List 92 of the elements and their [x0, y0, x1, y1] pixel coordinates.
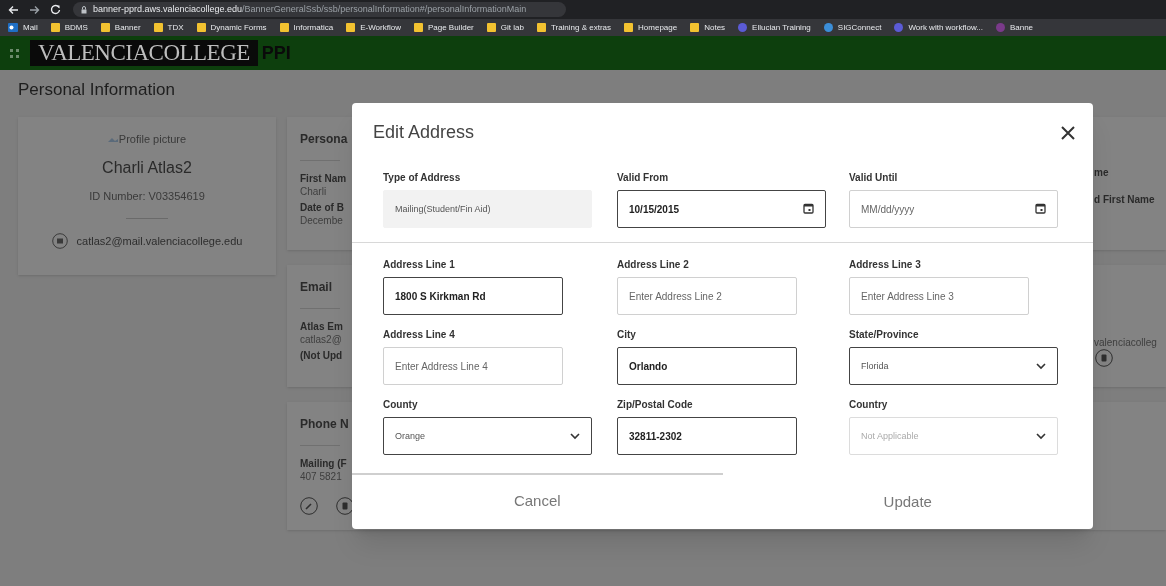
field-label: City: [617, 328, 637, 340]
field-label: (Not Upd: [300, 349, 343, 362]
field-label: Zip/Postal Code: [617, 398, 694, 410]
folder-icon: [196, 23, 206, 32]
bookmark[interactable]: Work with workflow...: [894, 21, 983, 34]
section-title: Email: [300, 279, 333, 296]
input-field[interactable]: Enter Address Line 3: [849, 277, 1029, 315]
bookmark[interactable]: Training & extras: [536, 21, 612, 34]
chevron-down-icon[interactable]: [1036, 433, 1046, 440]
calendar-icon[interactable]: [1035, 203, 1046, 214]
bookmark[interactable]: Banne: [995, 21, 1034, 34]
field-label: First Nam: [300, 172, 348, 185]
field-value: Decembe: [300, 214, 344, 227]
field-label: State/Province: [849, 328, 920, 340]
bookmark[interactable]: Informatica: [279, 21, 334, 34]
field-value: Charli: [300, 185, 328, 198]
folder-icon: [624, 23, 634, 32]
field-value: catlas2@: [300, 333, 343, 346]
update-button[interactable]: Update: [877, 489, 938, 516]
address-bar[interactable]: banner-pprd.aws.valenciacollege.edu/BannerGeneralSsb/ssb/personalInformation#/personalInformationMain: [73, 2, 567, 17]
edit-icon[interactable]: [300, 497, 318, 515]
select-field[interactable]: Florida: [849, 347, 1058, 385]
folder-icon: [690, 23, 700, 32]
folder-icon: [153, 23, 163, 32]
lock-icon: [81, 5, 87, 14]
bookmark[interactable]: Notes: [690, 21, 726, 34]
bookmark[interactable]: Banner: [100, 21, 141, 34]
field-label: Address Line 4: [383, 328, 456, 340]
url-text: banner-pprd.aws.valenciacollege.edu/BannerGeneralSsb/ssb/personalInformation#/personalInformationMain: [93, 2, 527, 16]
date-field[interactable]: MM/dd/yyyy: [849, 190, 1058, 228]
id-number: ID Number: V03354619: [89, 188, 205, 204]
bookmark[interactable]: Dynamic Forms: [196, 21, 267, 34]
folder-icon: [536, 23, 546, 32]
input-field[interactable]: Mailing(Student/Fin Aid): [383, 190, 592, 228]
input-field[interactable]: 1800 S Kirkman Rd: [383, 277, 563, 315]
cancel-button[interactable]: Cancel: [507, 487, 567, 516]
reload-icon[interactable]: [50, 4, 61, 15]
date-field[interactable]: 10/15/2015: [617, 190, 826, 228]
field-label: Country: [849, 398, 889, 410]
input-field[interactable]: Enter Address Line 4: [383, 347, 563, 385]
trash-icon[interactable]: [336, 497, 354, 515]
field-label: Valid Until: [849, 171, 899, 183]
bookmark[interactable]: SIGConnect: [823, 21, 882, 34]
field-label: Address Line 3: [849, 258, 922, 270]
section-title: Persona: [300, 131, 348, 148]
profile-name: Charli Atlas2: [102, 157, 192, 178]
field-value: valenciacolleg: [1094, 336, 1158, 349]
chevron-down-icon[interactable]: [570, 433, 580, 440]
calendar-icon[interactable]: [803, 203, 814, 214]
field-label: Mailing (F: [300, 457, 348, 470]
bookmark[interactable]: Git lab: [486, 21, 524, 34]
close-icon[interactable]: [1061, 125, 1075, 140]
input-field[interactable]: Orlando: [617, 347, 797, 385]
folder-icon: [50, 23, 60, 32]
chevron-down-icon[interactable]: [1036, 363, 1046, 370]
bookmark[interactable]: Ellucian Training: [738, 21, 811, 34]
folder-icon: [413, 23, 423, 32]
mail-icon: [8, 23, 18, 32]
field-label: Address Line 1: [383, 258, 456, 270]
field-label: Atlas Em: [300, 320, 343, 333]
field-label: Date of B: [300, 201, 345, 214]
folder-icon: [279, 23, 289, 32]
bookmark[interactable]: TDX: [153, 21, 184, 34]
college-logo[interactable]: VALENCIACOLLEGE: [30, 40, 258, 66]
bookmark[interactable]: Mail: [8, 21, 38, 34]
page-title: Personal Information: [18, 79, 176, 102]
input-field[interactable]: 32811-2302: [617, 417, 797, 455]
input-field[interactable]: Enter Address Line 2: [617, 277, 797, 315]
bookmark[interactable]: BDMS: [50, 21, 88, 34]
bookmark[interactable]: Page Builder: [413, 21, 474, 34]
section-title: Phone N: [300, 416, 350, 433]
field-label: Valid From: [617, 171, 670, 183]
field-label: Address Line 2: [617, 258, 690, 270]
grid-menu-icon[interactable]: [10, 48, 19, 58]
folder-icon: [486, 23, 496, 32]
field-label: me: [1094, 166, 1110, 179]
mail-icon: [51, 233, 68, 250]
field-label: Type of Address: [383, 171, 462, 183]
bookmark[interactable]: E-Workflow: [346, 21, 401, 34]
folder-icon: [100, 23, 110, 32]
field-label: County: [383, 398, 419, 410]
image-alt-text: Profile picture: [118, 132, 187, 147]
broken-image-icon: [107, 135, 118, 144]
folder-icon: [346, 23, 356, 32]
forward-icon[interactable]: [29, 4, 40, 15]
field-value: 407 5821: [300, 470, 343, 483]
bookmark[interactable]: Homepage: [624, 21, 678, 34]
select-field[interactable]: Orange: [383, 417, 592, 455]
field-label: d First Name: [1094, 193, 1156, 206]
dialog-title: Edit Address: [373, 121, 475, 144]
email-address: catlas2@mail.valenciacollege.edu: [76, 234, 243, 249]
back-icon[interactable]: [8, 4, 19, 15]
